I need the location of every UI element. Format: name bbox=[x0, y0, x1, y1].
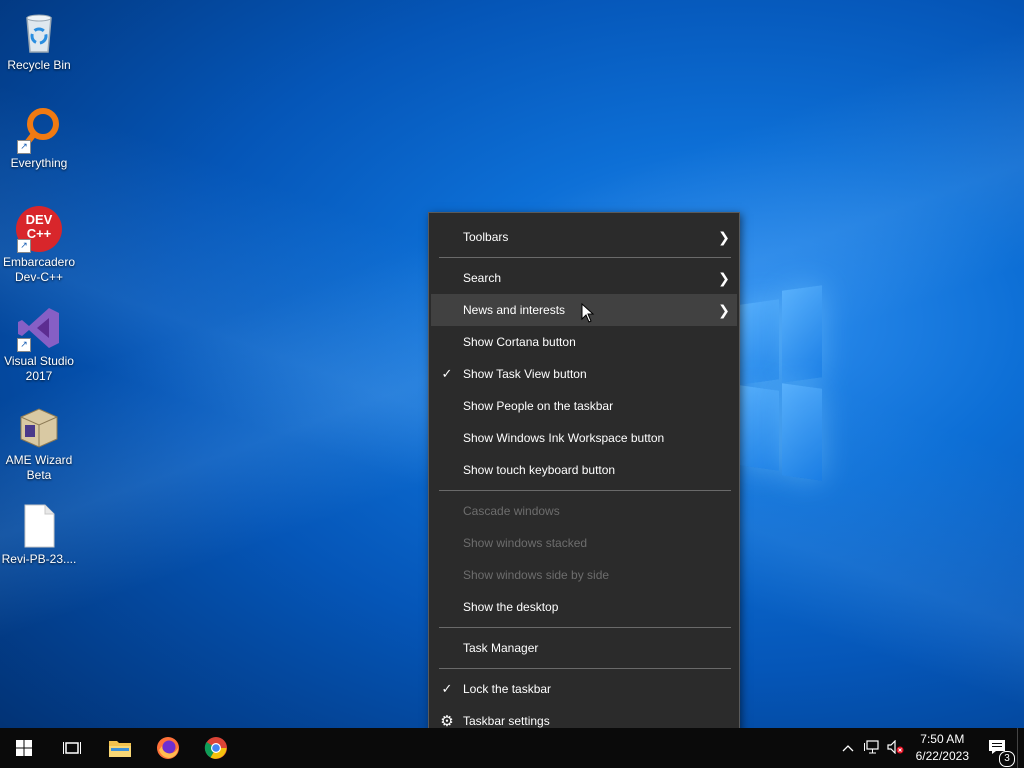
menu-item-lock-the-taskbar[interactable]: ✓ Lock the taskbar bbox=[431, 673, 737, 705]
show-hidden-icons-chevron-up-icon[interactable] bbox=[836, 741, 860, 755]
show-desktop-strip[interactable] bbox=[1017, 728, 1024, 768]
menu-item-show-people[interactable]: Show People on the taskbar bbox=[431, 390, 737, 422]
checkmark-icon: ✓ bbox=[441, 681, 453, 696]
notification-count-badge: 3 bbox=[999, 750, 1015, 767]
menu-separator bbox=[439, 668, 731, 669]
menu-item-show-windows-ink[interactable]: Show Windows Ink Workspace button bbox=[431, 422, 737, 454]
devcpp-logo-text: DEV C++ bbox=[25, 212, 53, 241]
desktop-icon-recycle-bin[interactable]: Recycle Bin bbox=[0, 8, 78, 73]
blank-file-icon bbox=[15, 502, 63, 550]
firefox-icon bbox=[157, 737, 179, 759]
menu-item-cascade-windows: Cascade windows bbox=[463, 504, 560, 518]
recycle-bin-icon bbox=[15, 8, 63, 56]
menu-item-show-touch-keyboard[interactable]: Show touch keyboard button bbox=[431, 454, 737, 486]
volume-muted-icon[interactable] bbox=[884, 739, 908, 757]
desktop-icon-label: Revi-PB-23.... bbox=[1, 552, 77, 566]
system-tray: 7:50 AM 6/22/2023 3 bbox=[836, 728, 1024, 768]
windows-start-icon bbox=[16, 740, 32, 756]
desktop-icon-label: Recycle Bin bbox=[7, 58, 71, 72]
visual-studio-icon: ↗ bbox=[15, 304, 63, 352]
taskbar: 7:50 AM 6/22/2023 3 bbox=[0, 728, 1024, 768]
menu-separator bbox=[439, 490, 731, 491]
desktop-icon-everything[interactable]: ↗ Everything bbox=[0, 106, 78, 171]
menu-separator bbox=[439, 257, 731, 258]
windows-logo-wallpaper bbox=[740, 285, 822, 481]
clock-time: 7:50 AM bbox=[920, 732, 965, 746]
taskbar-context-menu: Toolbars ❯ Search ❯ News and interests ❯… bbox=[428, 212, 740, 745]
start-button[interactable] bbox=[0, 728, 48, 768]
desktop-icon-revi-file[interactable]: Revi-PB-23.... bbox=[0, 502, 78, 567]
devcpp-icon: DEV C++ ↗ bbox=[15, 205, 63, 253]
checkmark-icon: ✓ bbox=[441, 366, 453, 381]
task-view-button[interactable] bbox=[48, 728, 96, 768]
chrome-icon bbox=[204, 737, 227, 759]
clock[interactable]: 7:50 AM 6/22/2023 bbox=[908, 731, 977, 765]
menu-item-task-manager[interactable]: Task Manager bbox=[431, 632, 737, 664]
everything-search-icon: ↗ bbox=[15, 106, 63, 154]
shortcut-arrow-icon: ↗ bbox=[17, 239, 31, 253]
chevron-right-icon: ❯ bbox=[718, 269, 730, 286]
menu-item-show-windows-stacked: Show windows stacked bbox=[463, 536, 588, 550]
ame-wizard-box-icon bbox=[15, 403, 63, 451]
network-icon[interactable] bbox=[860, 739, 884, 757]
menu-item-search[interactable]: Search ❯ bbox=[431, 262, 737, 294]
clock-date: 6/22/2023 bbox=[915, 749, 969, 763]
shortcut-arrow-icon: ↗ bbox=[17, 140, 31, 154]
menu-item-show-task-view-button[interactable]: ✓ Show Task View button bbox=[431, 358, 737, 390]
desktop-icon-label: AME Wizard Beta bbox=[5, 453, 73, 482]
chevron-right-icon: ❯ bbox=[718, 301, 730, 318]
desktop-icon-label: Everything bbox=[10, 156, 68, 170]
desktop-icon-ame-wizard[interactable]: AME Wizard Beta bbox=[0, 403, 78, 483]
mouse-pointer-icon bbox=[581, 303, 595, 323]
desktop-icon-label: Visual Studio 2017 bbox=[4, 354, 74, 383]
firefox-button[interactable] bbox=[144, 728, 192, 768]
chevron-right-icon: ❯ bbox=[718, 228, 730, 245]
menu-item-show-windows-side-by-side: Show windows side by side bbox=[463, 568, 610, 582]
chrome-button[interactable] bbox=[192, 728, 240, 768]
menu-item-show-cortana-button[interactable]: Show Cortana button bbox=[431, 326, 737, 358]
menu-item-toolbars[interactable]: Toolbars ❯ bbox=[431, 221, 737, 253]
menu-item-show-the-desktop[interactable]: Show the desktop bbox=[431, 591, 737, 623]
desktop-icon-label: Embarcadero Dev-C++ bbox=[2, 255, 76, 284]
file-explorer-button[interactable] bbox=[96, 728, 144, 768]
desktop-icon-devcpp[interactable]: DEV C++ ↗ Embarcadero Dev-C++ bbox=[0, 205, 78, 285]
shortcut-arrow-icon: ↗ bbox=[17, 338, 31, 352]
action-center-button[interactable]: 3 bbox=[977, 739, 1017, 767]
desktop-icon-visual-studio[interactable]: ↗ Visual Studio 2017 bbox=[0, 304, 78, 384]
file-explorer-icon bbox=[109, 741, 131, 757]
task-view-icon bbox=[63, 742, 81, 754]
menu-separator bbox=[439, 627, 731, 628]
